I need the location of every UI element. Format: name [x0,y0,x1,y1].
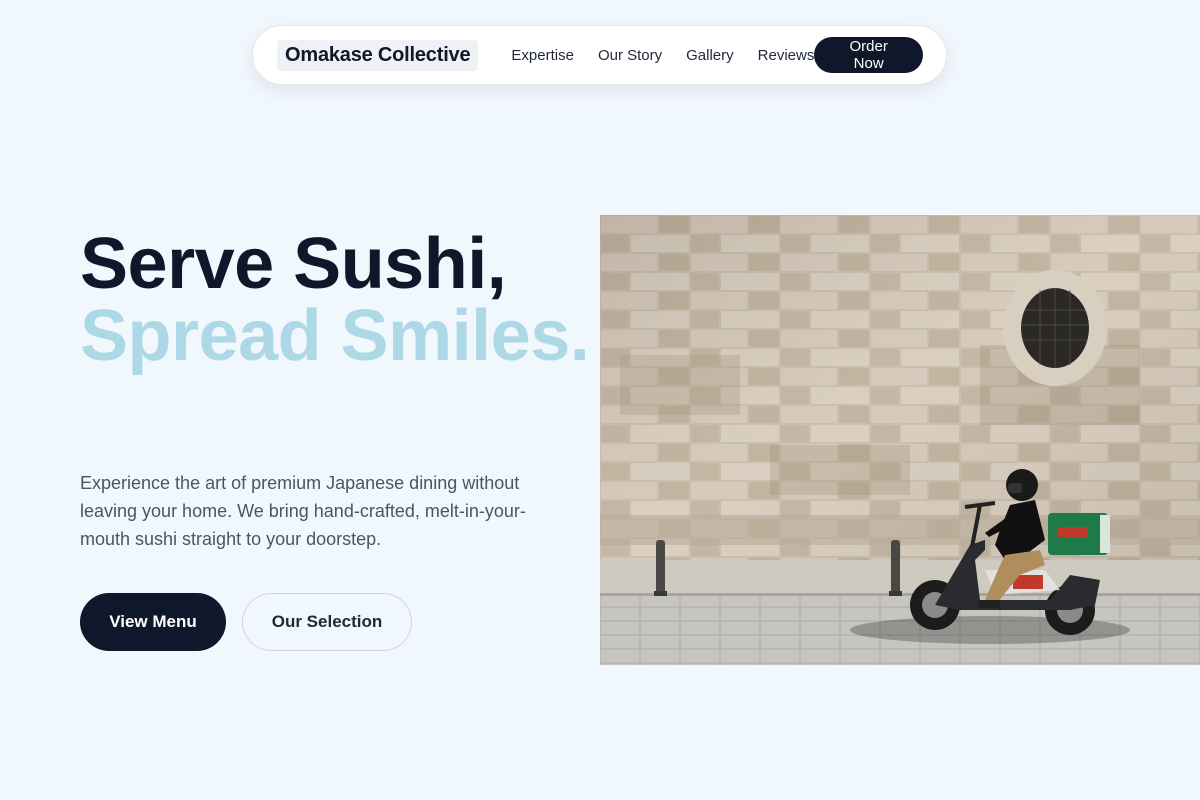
nav-link-our-story[interactable]: Our Story [598,47,662,64]
headline-line-2: Spread Smiles. [80,296,590,376]
hero-image [600,215,1200,665]
navbar: Omakase Collective Expertise Our Story G… [252,25,947,85]
nav-links: Expertise Our Story Gallery Reviews [511,47,814,64]
nav-link-reviews[interactable]: Reviews [758,47,815,64]
nav-link-expertise[interactable]: Expertise [511,47,574,64]
view-menu-button[interactable]: View Menu [80,593,226,651]
landing-page: Omakase Collective Expertise Our Story G… [0,0,1200,800]
brand-logo[interactable]: Omakase Collective [277,39,479,71]
order-now-button[interactable]: Order Now [814,37,923,73]
hero-description: Experience the art of premium Japanese d… [80,473,526,549]
hero-headline: Serve Sushi, Spread Smiles. [80,224,590,376]
our-selection-button[interactable]: Our Selection [242,593,412,651]
nav-link-gallery[interactable]: Gallery [686,47,734,64]
headline-line-1: Serve Sushi, [80,224,507,304]
